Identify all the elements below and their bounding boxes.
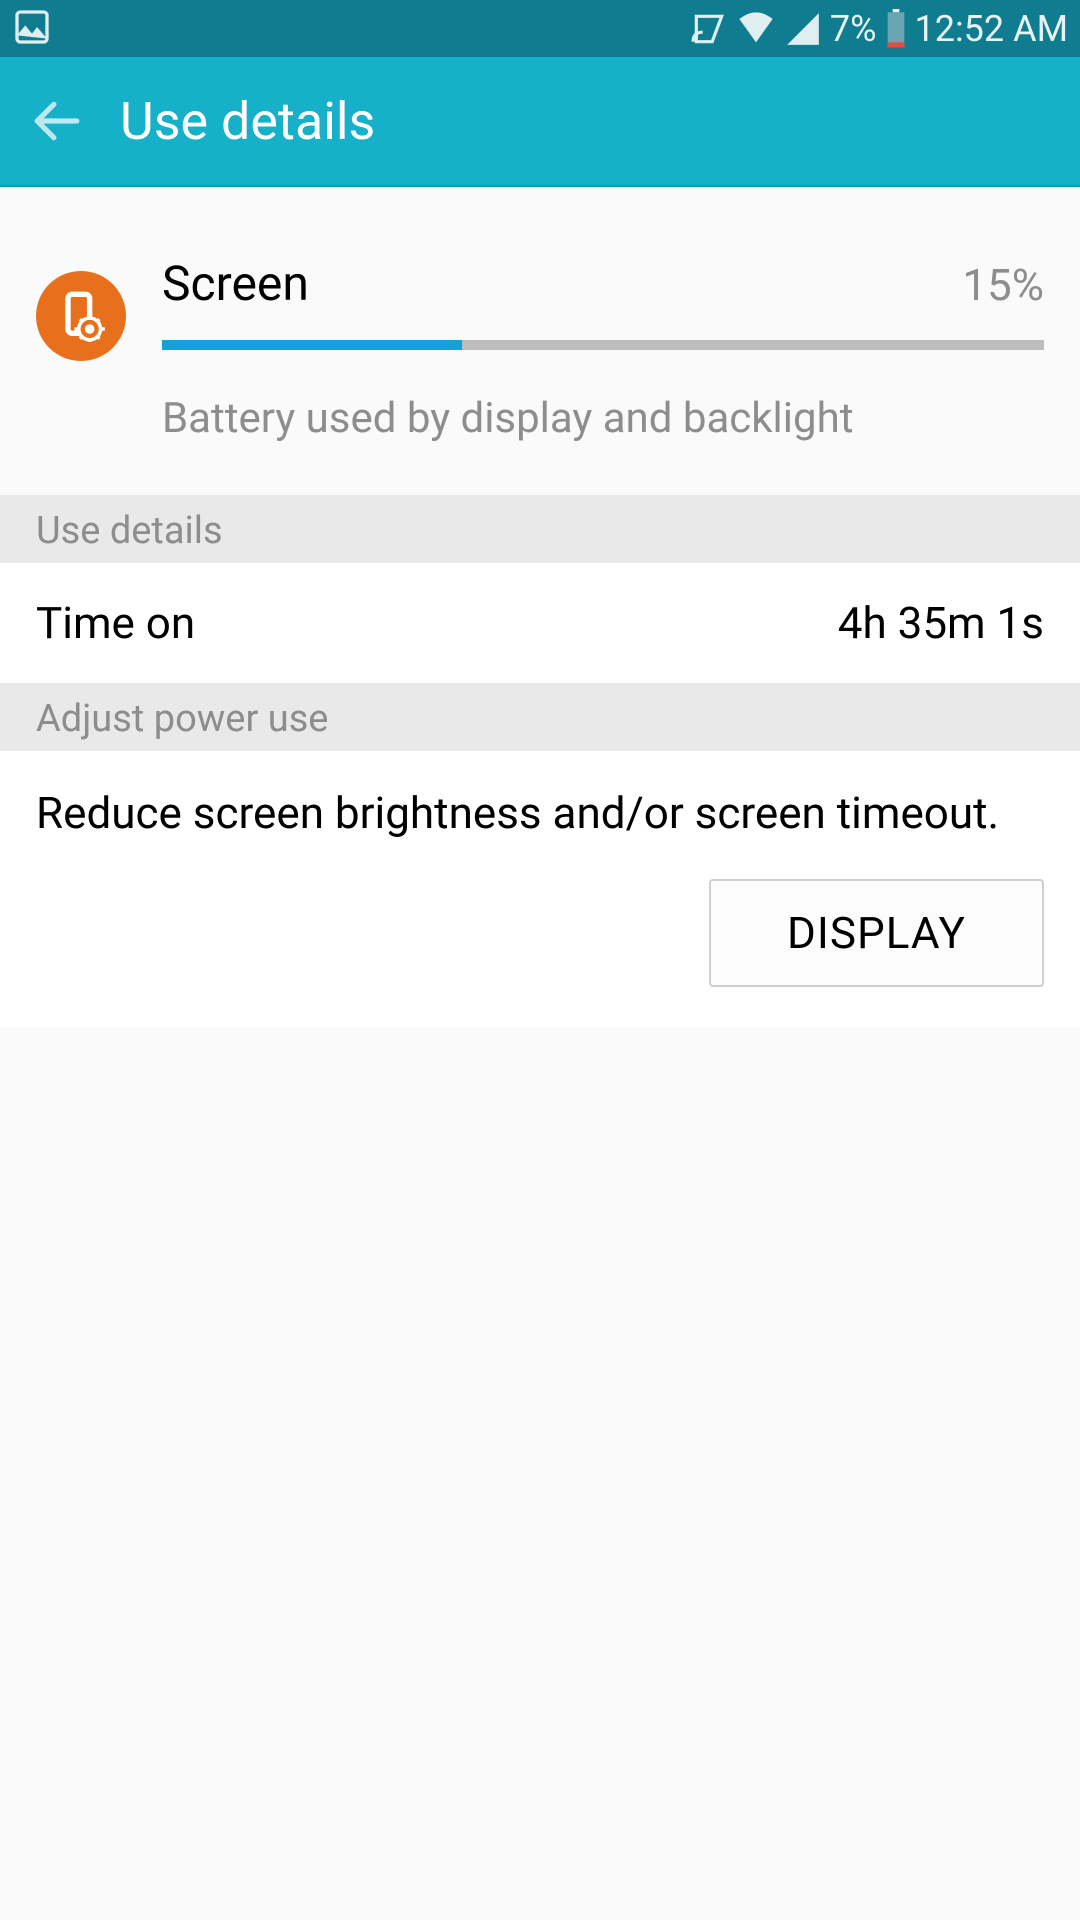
time-on-row[interactable]: Time on 4h 35m 1s xyxy=(0,563,1080,683)
status-bar: 7% 12:52 AM xyxy=(0,0,1080,57)
page-title: Use details xyxy=(120,91,375,152)
screen-description: Battery used by display and backlight xyxy=(162,394,1044,443)
usage-progress-fill xyxy=(162,340,462,350)
usage-progress-bar xyxy=(162,340,1044,350)
app-bar: Use details xyxy=(0,57,1080,187)
time-on-value: 4h 35m 1s xyxy=(838,597,1044,649)
adjust-power-header: Adjust power use xyxy=(0,683,1080,751)
battery-icon xyxy=(885,9,907,49)
screen-app-icon xyxy=(36,271,126,361)
back-button[interactable] xyxy=(28,93,84,149)
screen-info-section: Screen 15% Battery used by display and b… xyxy=(0,187,1080,495)
picture-icon xyxy=(12,7,52,47)
display-button[interactable]: DISPLAY xyxy=(709,879,1044,987)
cast-icon xyxy=(690,10,728,48)
clock-text: 12:52 AM xyxy=(915,8,1069,50)
adjust-power-text: Reduce screen brightness and/or screen t… xyxy=(36,783,1044,845)
adjust-power-section: Reduce screen brightness and/or screen t… xyxy=(0,751,1080,1027)
screen-percent-label: 15% xyxy=(962,259,1044,311)
time-on-label: Time on xyxy=(36,597,195,649)
use-details-header: Use details xyxy=(0,495,1080,563)
battery-percent-text: 7% xyxy=(830,8,877,50)
screen-name-label: Screen xyxy=(162,255,309,312)
wifi-icon xyxy=(736,9,776,49)
signal-icon xyxy=(784,10,822,48)
